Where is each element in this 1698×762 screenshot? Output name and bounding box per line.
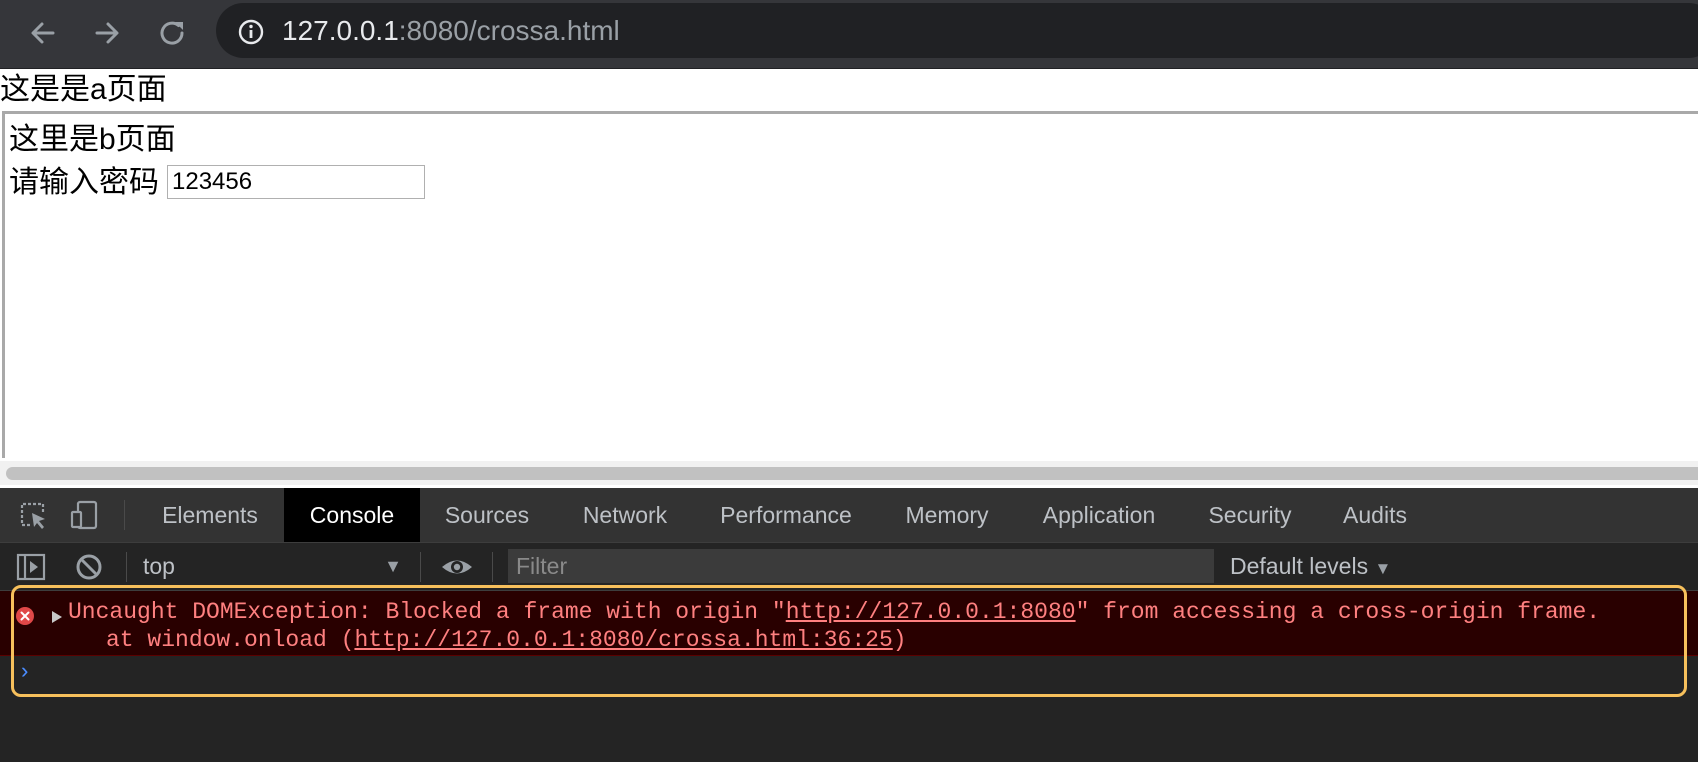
stack-text: at window.onload ( — [106, 627, 355, 653]
toolbar-divider — [126, 552, 127, 582]
tab-elements[interactable]: Elements — [140, 488, 280, 542]
password-label: 请输入密码 — [9, 166, 159, 199]
reload-icon — [160, 21, 184, 45]
error-text: " from accessing a cross-origin frame. — [1075, 599, 1601, 625]
tab-security[interactable]: Security — [1196, 488, 1304, 542]
back-arrow-icon — [31, 22, 55, 44]
tab-sources[interactable]: Sources — [428, 488, 546, 542]
back-button[interactable] — [21, 11, 65, 55]
devtools-panel: Elements Console Sources Network Perform… — [0, 488, 1698, 762]
url-host: 127.0.0.1 — [282, 15, 399, 46]
clear-console-icon[interactable] — [74, 552, 104, 582]
tab-console[interactable]: Console — [284, 488, 420, 542]
console-messages: Uncaught DOMException: Blocked a frame w… — [0, 591, 1698, 762]
error-line-1: Uncaught DOMException: Blocked a frame w… — [68, 598, 1600, 626]
console-filter-input[interactable] — [508, 549, 1214, 583]
expand-triangle-icon[interactable] — [52, 611, 62, 623]
log-levels-label: Default levels — [1230, 553, 1369, 579]
prompt-chevron-icon: › — [18, 660, 32, 685]
browser-toolbar: 127.0.0.1:8080/crossa.html — [0, 0, 1698, 69]
devtools-tabbar: Elements Console Sources Network Perform… — [0, 488, 1698, 543]
url-path: :8080/crossa.html — [398, 15, 620, 46]
tab-audits[interactable]: Audits — [1326, 488, 1424, 542]
error-icon — [16, 607, 34, 625]
stack-source-link[interactable]: http://127.0.0.1:8080/crossa.html:36:25 — [354, 627, 892, 653]
console-error-message[interactable]: Uncaught DOMException: Blocked a frame w… — [0, 591, 1698, 656]
error-text: Uncaught DOMException: Blocked a frame w… — [68, 599, 786, 625]
forward-button[interactable] — [85, 11, 129, 55]
tab-memory[interactable]: Memory — [890, 488, 1004, 542]
page-b-title: 这里是b页面 — [9, 123, 176, 156]
device-toolbar-icon[interactable] — [70, 500, 100, 530]
chevron-down-icon: ▼ — [384, 556, 402, 576]
log-levels-dropdown[interactable]: Default levels ▼ — [1230, 549, 1391, 583]
tab-application[interactable]: Application — [1026, 488, 1172, 542]
stack-text: ) — [892, 627, 907, 653]
console-prompt[interactable]: › — [0, 656, 1698, 690]
toolbar-divider — [124, 500, 125, 530]
reload-button[interactable] — [150, 11, 194, 55]
toolbar-divider — [420, 552, 421, 582]
context-select[interactable]: top ▼ — [143, 549, 408, 583]
forward-arrow-icon — [95, 22, 119, 44]
page-a-title: 这是是a页面 — [0, 73, 167, 106]
tab-performance[interactable]: Performance — [704, 488, 868, 542]
horizontal-scrollbar[interactable] — [0, 461, 1698, 485]
info-icon[interactable] — [238, 19, 264, 45]
toolbar-divider — [492, 552, 493, 582]
url-text[interactable]: 127.0.0.1:8080/crossa.html — [282, 15, 620, 47]
address-bar[interactable]: 127.0.0.1:8080/crossa.html — [216, 3, 1698, 58]
scrollbar-thumb[interactable] — [6, 467, 1698, 480]
eye-icon[interactable] — [440, 552, 474, 582]
inspect-element-icon[interactable] — [18, 500, 48, 530]
context-select-value: top — [143, 553, 175, 579]
error-origin-link[interactable]: http://127.0.0.1:8080 — [786, 599, 1076, 625]
tab-network[interactable]: Network — [568, 488, 682, 542]
chevron-down-icon: ▼ — [1374, 559, 1392, 578]
iframe-frame: 这里是b页面 请输入密码 — [2, 111, 1698, 458]
console-filterbar: top ▼ Default levels ▼ — [0, 543, 1698, 591]
show-sidebar-icon[interactable] — [16, 552, 46, 582]
error-line-2: at window.onload (http://127.0.0.1:8080/… — [106, 626, 907, 654]
password-input[interactable] — [167, 165, 425, 199]
